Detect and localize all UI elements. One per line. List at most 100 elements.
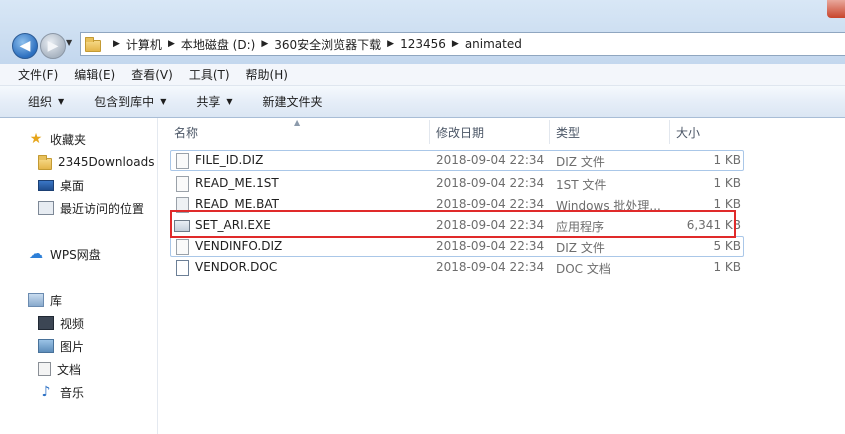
file-name: READ_ME.BAT [195, 197, 279, 211]
video-icon [38, 316, 54, 330]
file-modified: 2018-09-04 22:34 [436, 153, 545, 167]
nav-2345downloads-label: 2345Downloads [58, 155, 155, 169]
back-button[interactable]: ◀ [12, 33, 38, 59]
word-document-icon [176, 260, 189, 276]
table-row[interactable]: VENDINFO.DIZ 2018-09-04 22:34 DIZ 文件 5 K… [170, 236, 744, 257]
file-type: 1ST 文件 [556, 178, 607, 192]
address-bar[interactable]: ▶ 计算机 ▶ 本地磁盘 (D:) ▶ 360安全浏览器下载 ▶ 123456 … [80, 32, 845, 56]
folder-icon [85, 36, 101, 52]
chevron-right-icon[interactable]: ▶ [168, 39, 175, 49]
nav-favorites-label: 收藏夹 [50, 132, 87, 147]
file-list: ▲ 名称 修改日期 类型 大小 FILE_ID.DIZ 2018-09-04 2… [160, 118, 845, 434]
table-row[interactable]: SET_ARI.EXE 2018-09-04 22:34 应用程序 6,341 … [170, 215, 744, 236]
table-row[interactable]: READ_ME.1ST 2018-09-04 22:34 1ST 文件 1 KB [170, 173, 744, 194]
nav-favorites[interactable]: ★ 收藏夹 [28, 129, 86, 149]
title-bar: ◀ ▶ ▼ ▶ 计算机 ▶ 本地磁盘 (D:) ▶ 360安全浏览器下载 ▶ 1… [0, 0, 845, 64]
nav-desktop[interactable]: 桌面 [38, 175, 84, 195]
file-size: 1 KB [713, 260, 741, 274]
column-modified-label: 修改日期 [436, 125, 485, 140]
breadcrumb-local-disk-d[interactable]: 本地磁盘 (D:) [181, 36, 255, 53]
organize-button[interactable]: 组织 ▼ [28, 93, 64, 110]
file-size: 1 KB [713, 153, 741, 167]
include-in-library-button[interactable]: 包含到库中 ▼ [94, 93, 166, 110]
column-type-label: 类型 [556, 125, 581, 140]
menu-help[interactable]: 帮助(H) [246, 66, 288, 83]
include-in-library-label: 包含到库中 [94, 95, 155, 109]
file-icon [176, 153, 189, 169]
file-type: DOC 文档 [556, 262, 611, 276]
file-type: DIZ 文件 [556, 155, 605, 169]
menu-edit[interactable]: 编辑(E) [74, 66, 115, 83]
nav-desktop-label: 桌面 [60, 178, 85, 193]
file-modified: 2018-09-04 22:34 [436, 197, 545, 211]
picture-icon [38, 339, 54, 353]
chevron-right-icon[interactable]: ▶ [261, 39, 268, 49]
file-icon [176, 239, 189, 255]
file-icon [176, 176, 189, 192]
breadcrumb-computer[interactable]: 计算机 [126, 36, 162, 53]
column-header-size[interactable]: 大小 [670, 120, 760, 144]
table-row[interactable]: FILE_ID.DIZ 2018-09-04 22:34 DIZ 文件 1 KB [170, 150, 744, 171]
nav-documents-label: 文档 [57, 362, 82, 377]
new-folder-label: 新建文件夹 [262, 95, 323, 109]
nav-recent-places-label: 最近访问的位置 [60, 201, 145, 216]
recent-pages-dropdown[interactable]: ▼ [66, 38, 72, 47]
file-modified: 2018-09-04 22:34 [436, 260, 545, 274]
cloud-icon: ☁ [29, 246, 43, 262]
breadcrumb-123456[interactable]: 123456 [400, 37, 446, 51]
menu-tools[interactable]: 工具(T) [189, 66, 230, 83]
caret-down-icon: ▼ [160, 97, 167, 106]
file-modified: 2018-09-04 22:34 [436, 176, 545, 190]
nav-libraries[interactable]: 库 [28, 290, 62, 310]
library-icon [28, 293, 44, 307]
document-icon [38, 362, 51, 376]
caret-down-icon: ▼ [58, 97, 65, 106]
command-toolbar: 组织 ▼ 包含到库中 ▼ 共享 ▼ 新建文件夹 [0, 86, 845, 118]
nav-wps-cloud[interactable]: ☁ WPS网盘 [28, 244, 101, 264]
file-type: Windows 批处理... [556, 199, 661, 213]
menu-file[interactable]: 文件(F) [18, 66, 58, 83]
column-header-name[interactable]: 名称 [168, 120, 430, 144]
navigation-pane: ★ 收藏夹 2345Downloads 桌面 最近访问的位置 ☁ WPS网盘 库… [0, 118, 158, 434]
caret-down-icon: ▼ [226, 97, 233, 106]
new-folder-button[interactable]: 新建文件夹 [263, 93, 323, 110]
nav-2345downloads[interactable]: 2345Downloads [38, 152, 154, 172]
file-type: 应用程序 [556, 220, 605, 234]
chevron-right-icon[interactable]: ▶ [113, 39, 120, 49]
nav-recent-places[interactable]: 最近访问的位置 [38, 198, 144, 218]
nav-videos-label: 视频 [60, 316, 85, 331]
file-type: DIZ 文件 [556, 241, 605, 255]
column-header-modified[interactable]: 修改日期 [430, 120, 550, 144]
breadcrumb-animated[interactable]: animated [465, 37, 522, 51]
forward-button[interactable]: ▶ [40, 33, 66, 59]
desktop-icon [38, 179, 54, 191]
star-icon: ★ [29, 131, 43, 147]
nav-videos[interactable]: 视频 [38, 313, 84, 333]
nav-pictures-label: 图片 [60, 339, 85, 354]
breadcrumb-360-downloads[interactable]: 360安全浏览器下载 [274, 36, 381, 53]
arrow-left-icon: ◀ [19, 38, 31, 54]
folder-icon [38, 154, 52, 170]
file-modified: 2018-09-04 22:34 [436, 239, 545, 253]
file-name: VENDINFO.DIZ [195, 239, 283, 253]
file-name: SET_ARI.EXE [195, 218, 271, 232]
nav-pictures[interactable]: 图片 [38, 336, 84, 356]
file-size: 1 KB [713, 176, 741, 190]
file-name: VENDOR.DOC [195, 260, 278, 274]
menu-view[interactable]: 查看(V) [131, 66, 173, 83]
nav-music[interactable]: ♪ 音乐 [38, 382, 84, 402]
column-header-type[interactable]: 类型 [550, 120, 670, 144]
share-button[interactable]: 共享 ▼ [196, 93, 232, 110]
table-row[interactable]: VENDOR.DOC 2018-09-04 22:34 DOC 文档 1 KB [170, 257, 744, 278]
file-name: READ_ME.1ST [195, 176, 279, 190]
file-name: FILE_ID.DIZ [195, 153, 264, 167]
chevron-right-icon[interactable]: ▶ [452, 39, 459, 49]
close-window-button[interactable] [827, 0, 845, 18]
nav-libraries-label: 库 [50, 293, 63, 308]
table-row[interactable]: READ_ME.BAT 2018-09-04 22:34 Windows 批处理… [170, 194, 744, 215]
file-modified: 2018-09-04 22:34 [436, 218, 545, 232]
nav-documents[interactable]: 文档 [38, 359, 81, 379]
organize-label: 组织 [28, 95, 53, 109]
chevron-right-icon[interactable]: ▶ [387, 39, 394, 49]
arrow-right-icon: ▶ [47, 38, 59, 54]
